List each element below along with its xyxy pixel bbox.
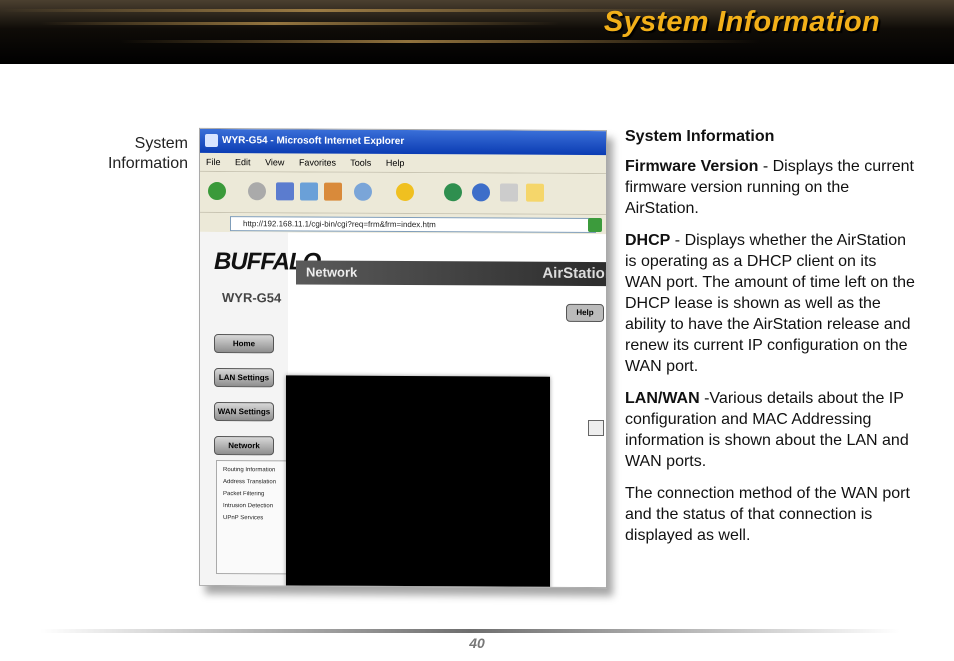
screenshot-figure: WYR-G54 - Microsoft Internet Explorer Fi… xyxy=(199,127,607,589)
description-column: System Information Firmware Version - Di… xyxy=(625,126,915,557)
page-title: System Information xyxy=(603,6,880,38)
submenu-item: UPnP Services xyxy=(223,515,264,522)
browser-menubar: File Edit View Favorites Tools Help xyxy=(200,152,606,175)
menu-view: View xyxy=(265,157,285,168)
forward-icon xyxy=(248,182,266,201)
go-icon xyxy=(588,217,602,233)
home-icon xyxy=(324,182,342,201)
caption-line: Information xyxy=(107,155,188,172)
dhcp-paragraph: DHCP - Displays whether the AirStation i… xyxy=(625,230,915,377)
nav-wan-settings: WAN Settings xyxy=(214,402,274,422)
closing-paragraph: The connection method of the WAN port an… xyxy=(625,485,910,544)
browser-toolbar xyxy=(200,171,606,216)
firmware-paragraph: Firmware Version - Displays the current … xyxy=(625,156,915,219)
history-icon xyxy=(472,183,490,202)
airstation-label: AirStation xyxy=(542,264,607,283)
search-icon xyxy=(354,182,372,201)
header-streak xyxy=(40,22,560,25)
caption-line: System xyxy=(134,135,188,152)
stop-icon xyxy=(276,182,294,201)
menu-edit: Edit xyxy=(235,157,251,168)
help-button: Help xyxy=(566,303,604,323)
submenu-item: Routing Information xyxy=(223,467,276,474)
back-icon xyxy=(208,181,226,201)
browser-titlebar: WYR-G54 - Microsoft Internet Explorer xyxy=(200,128,606,156)
submenu-item: Address Translation xyxy=(223,479,277,486)
menu-file: File xyxy=(206,156,221,168)
menu-tools: Tools xyxy=(350,157,372,168)
browser-screenshot: WYR-G54 - Microsoft Internet Explorer Fi… xyxy=(199,127,607,589)
address-field: http://192.168.11.1/cgi-bin/cgi?req=frm&… xyxy=(230,216,596,234)
section-heading: System Information xyxy=(625,128,775,145)
favorites-icon xyxy=(396,182,414,202)
ie-icon xyxy=(205,133,218,148)
media-icon xyxy=(444,183,462,202)
submenu-item: Packet Filtering xyxy=(223,491,265,498)
header-band: System Information xyxy=(0,0,954,64)
mail-icon xyxy=(500,183,518,202)
submenu-item: Intrusion Detection xyxy=(223,503,274,510)
nav-network: Network xyxy=(214,436,274,456)
folder-icon xyxy=(526,183,544,202)
lanwan-paragraph: LAN/WAN -Various details about the IP co… xyxy=(625,388,915,472)
refresh-icon xyxy=(300,182,318,201)
model-label: WYR-G54 xyxy=(222,290,282,306)
router-sidebar: BUFFALO. WYR-G54 Home LAN Settings WAN S… xyxy=(200,231,326,586)
dhcp-term: DHCP xyxy=(625,232,671,249)
network-submenu: Routing Information Address Translation … xyxy=(216,460,289,575)
page-icon xyxy=(588,419,604,437)
nav-lan-settings: LAN Settings xyxy=(214,368,274,388)
redacted-area xyxy=(286,375,550,589)
menu-favorites: Favorites xyxy=(298,157,336,168)
lanwan-term: LAN/WAN xyxy=(625,390,700,407)
router-page: BUFFALO. WYR-G54 Home LAN Settings WAN S… xyxy=(200,231,607,589)
header-streak xyxy=(120,40,760,43)
page-heading-text: Network xyxy=(306,264,358,280)
firmware-term: Firmware Version xyxy=(625,158,759,175)
router-page-heading: Network AirStation xyxy=(296,260,607,287)
menu-help: Help xyxy=(385,157,405,169)
figure-caption: System Information xyxy=(96,134,188,174)
footer-divider xyxy=(40,629,900,633)
header-streak xyxy=(0,9,700,12)
nav-home: Home xyxy=(214,334,274,354)
page-number: 40 xyxy=(469,635,485,651)
dhcp-desc: - Displays whether the AirStation is ope… xyxy=(625,232,915,375)
window-title: WYR-G54 - Microsoft Internet Explorer xyxy=(222,135,405,148)
